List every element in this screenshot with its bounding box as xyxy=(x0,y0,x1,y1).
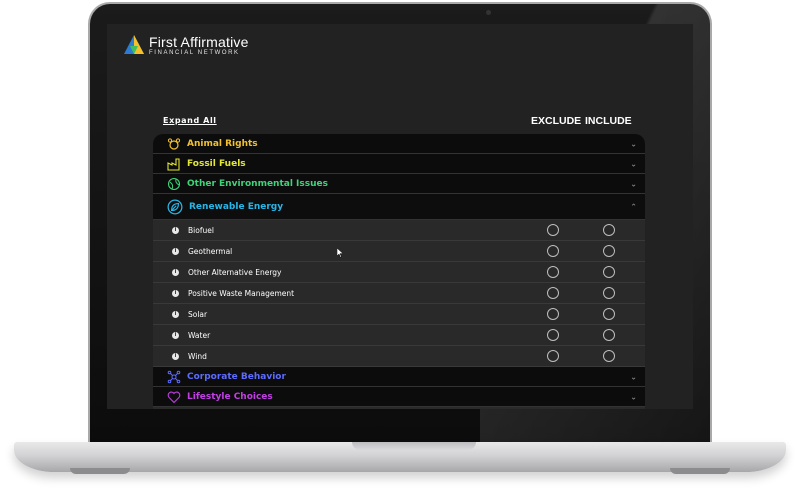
item-label: Water xyxy=(188,330,211,340)
exclude-column-header: EXCLUDE xyxy=(531,115,582,127)
exclude-radio[interactable] xyxy=(547,350,559,362)
expand-all-link[interactable]: Expand All xyxy=(163,116,217,125)
item-label: Other Alternative Energy xyxy=(188,267,282,277)
brand-text: First Affirmative FINANCIAL NETWORK xyxy=(149,35,249,56)
list-item-other-alternative-energy: i Other Alternative Energy xyxy=(153,262,645,283)
category-label: Corporate Behavior xyxy=(187,371,286,382)
category-label: Fossil Fuels xyxy=(187,158,246,169)
include-radio[interactable] xyxy=(603,224,615,236)
exclude-radio[interactable] xyxy=(547,287,559,299)
brand-logo: First Affirmative FINANCIAL NETWORK xyxy=(123,34,249,56)
category-label: Animal Rights xyxy=(187,138,258,149)
list-item-wind: i Wind xyxy=(153,346,645,367)
include-radio[interactable] xyxy=(603,266,615,278)
category-label: Renewable Energy xyxy=(189,201,284,212)
category-label: Lifestyle Choices xyxy=(187,391,273,402)
category-fossil-fuels[interactable]: Fossil Fuels ⌄ xyxy=(153,154,645,174)
info-icon[interactable]: i xyxy=(172,289,179,297)
chevron-down-icon: ⌄ xyxy=(630,372,637,381)
list-item-positive-waste-management: i Positive Waste Management xyxy=(153,283,645,304)
include-radio[interactable] xyxy=(603,245,615,257)
brand-title: First Affirmative xyxy=(149,33,249,50)
screen: First Affirmative FINANCIAL NETWORK Expa… xyxy=(107,24,693,409)
laptop-foot-left xyxy=(70,468,130,474)
info-icon[interactable]: i xyxy=(172,331,179,339)
heart-icon xyxy=(167,391,181,403)
chevron-down-icon: ⌄ xyxy=(630,139,637,148)
chevron-down-icon: ⌄ xyxy=(630,179,637,188)
chevron-down-icon: ⌄ xyxy=(630,392,637,401)
item-label: Biofuel xyxy=(188,225,214,235)
factory-icon xyxy=(167,157,180,171)
item-label: Positive Waste Management xyxy=(188,288,295,298)
exclude-radio[interactable] xyxy=(547,266,559,278)
animal-icon xyxy=(167,137,181,150)
network-icon xyxy=(167,370,181,383)
include-radio[interactable] xyxy=(603,329,615,341)
category-other-environmental-issues[interactable]: Other Environmental Issues ⌄ xyxy=(153,174,645,194)
exclude-radio[interactable] xyxy=(547,224,559,236)
item-label: Geothermal xyxy=(188,246,233,256)
mouse-pointer-icon xyxy=(337,248,344,258)
include-column-header: INCLUDE xyxy=(585,115,632,127)
logo-mark-icon xyxy=(124,35,144,54)
info-icon[interactable]: i xyxy=(172,247,179,255)
base-notch xyxy=(352,442,476,450)
brand-subtitle: FINANCIAL NETWORK xyxy=(149,49,240,56)
include-radio[interactable] xyxy=(603,287,615,299)
info-icon[interactable]: i xyxy=(172,226,179,234)
chevron-up-icon: ⌃ xyxy=(630,202,637,211)
exclude-radio[interactable] xyxy=(547,245,559,257)
item-label: Solar xyxy=(188,309,208,319)
category-corporate-behavior[interactable]: Corporate Behavior ⌄ xyxy=(153,367,645,387)
category-label: Other Environmental Issues xyxy=(187,178,328,189)
list-item-water: i Water xyxy=(153,325,645,346)
list-item-geothermal: i Geothermal xyxy=(153,241,645,262)
info-icon[interactable]: i xyxy=(172,352,179,360)
globe-icon xyxy=(167,177,181,190)
leaf-icon xyxy=(167,199,183,214)
list-item-biofuel: i Biofuel xyxy=(153,220,645,241)
screening-list: Animal Rights ⌄ Fossil Fuels ⌄ Other Env… xyxy=(153,134,645,409)
category-lifestyle-choices[interactable]: Lifestyle Choices ⌄ xyxy=(153,387,645,407)
item-label: Wind xyxy=(188,351,207,361)
chevron-down-icon: ⌄ xyxy=(630,159,637,168)
list-item-solar: i Solar xyxy=(153,304,645,325)
info-icon[interactable]: i xyxy=(172,268,179,276)
exclude-radio[interactable] xyxy=(547,308,559,320)
exclude-radio[interactable] xyxy=(547,329,559,341)
camera xyxy=(486,10,491,15)
include-radio[interactable] xyxy=(603,308,615,320)
category-animal-rights[interactable]: Animal Rights ⌄ xyxy=(153,134,645,154)
include-radio[interactable] xyxy=(603,350,615,362)
info-icon[interactable]: i xyxy=(172,310,179,318)
laptop-foot-right xyxy=(670,468,730,474)
category-renewable-energy[interactable]: Renewable Energy ⌃ xyxy=(153,194,645,220)
